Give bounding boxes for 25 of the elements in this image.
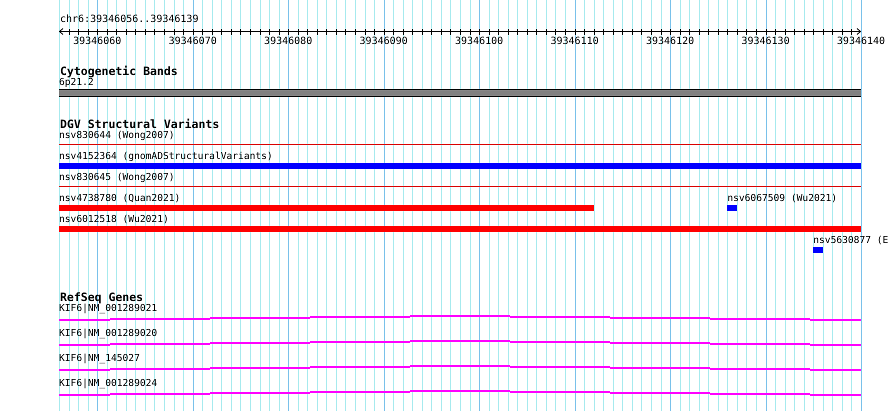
- tick-label: 39346080: [264, 36, 312, 47]
- tick-label: 39346140: [836, 36, 886, 47]
- gene-label: KIF6|NM_145027: [59, 353, 140, 365]
- location-text: chr6:39346056..39346139: [59, 14, 200, 26]
- tick-label: 39346100: [455, 36, 504, 47]
- variant-label: nsv4738780 (Quan2021): [59, 193, 180, 205]
- variant-label: nsv4152364 (gnomADStructuralVariants): [59, 151, 273, 163]
- variant-label: nsv830645 (Wong2007): [59, 172, 175, 184]
- variant-label: nsv6067509 (Wu2021): [727, 193, 838, 205]
- tick-label: 39346120: [646, 36, 694, 47]
- tick-label: 39346110: [550, 36, 599, 47]
- gene-label: KIF6|NM_001289024: [59, 378, 158, 390]
- variant-label: nsv5630877 (E: [813, 235, 888, 247]
- tick-label: 39346090: [360, 36, 408, 47]
- track-title: Cytogenetic Bands: [60, 65, 179, 77]
- track-title: RefSeq Genes: [60, 291, 144, 303]
- tick-label: 39346070: [168, 36, 217, 47]
- gene-label: KIF6|NM_001289021: [59, 303, 158, 315]
- band-label: 6p21.2: [59, 77, 94, 89]
- tick-label: 39346130: [741, 36, 790, 47]
- track-title: DGV Structural Variants: [60, 118, 220, 130]
- variant-label: nsv830644 (Wong2007): [59, 130, 175, 142]
- tick-label: 39346060: [73, 36, 122, 47]
- gene-label: KIF6|NM_001289020: [59, 328, 158, 340]
- variant-label: nsv6012518 (Wu2021): [59, 214, 169, 226]
